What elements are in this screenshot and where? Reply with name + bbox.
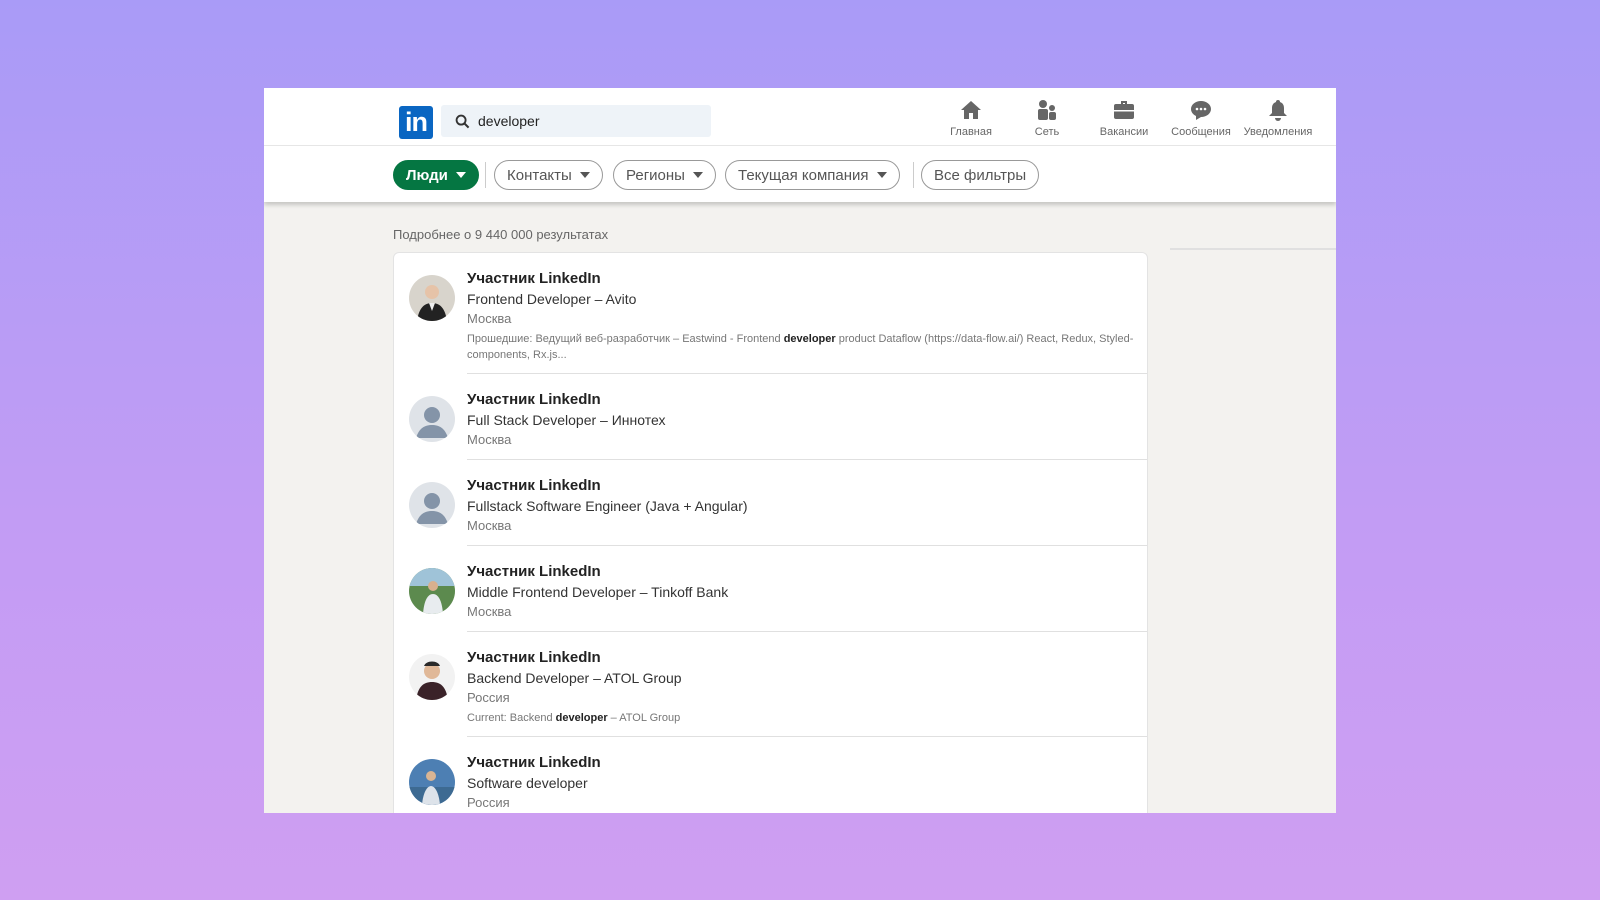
avatar[interactable] — [409, 396, 455, 442]
search-result[interactable]: Участник LinkedIn Frontend Developer – A… — [394, 253, 1147, 374]
result-title: Middle Frontend Developer – Tinkoff Bank — [467, 584, 729, 600]
nav-network[interactable]: Сеть — [1009, 98, 1085, 138]
filter-all[interactable]: Все фильтры — [921, 160, 1040, 190]
snippet-highlight: developer — [783, 333, 836, 345]
result-name[interactable]: Участник LinkedIn — [467, 269, 1147, 289]
result-title: Fullstack Software Engineer (Java + Angu… — [467, 498, 748, 514]
results-count: Подробнее о 9 440 000 результатах — [393, 227, 609, 242]
nav-label: Уведомления — [1243, 126, 1313, 138]
avatar[interactable] — [409, 568, 455, 614]
filter-label: Все фильтры — [934, 166, 1027, 184]
linkedin-logo[interactable]: in — [399, 106, 433, 139]
result-location: Москва — [467, 604, 512, 619]
bell-icon — [1269, 100, 1287, 121]
nav-messages[interactable]: Сообщения — [1163, 98, 1239, 138]
avatar[interactable] — [409, 654, 455, 700]
avatar[interactable] — [409, 275, 455, 321]
result-location: Москва — [467, 518, 512, 533]
result-location: Россия — [467, 690, 510, 705]
result-title: Full Stack Developer – Иннотех — [467, 412, 666, 428]
filter-current-company[interactable]: Текущая компания — [725, 160, 900, 190]
nav-jobs[interactable]: Вакансии — [1086, 98, 1162, 138]
top-nav: in developer Главная Сеть Вакансии Сообщ… — [264, 88, 1336, 146]
result-title: Backend Developer – ATOL Group — [467, 670, 682, 686]
network-icon — [1038, 100, 1056, 120]
result-name[interactable]: Участник LinkedIn — [467, 648, 1147, 668]
caret-down-icon — [455, 172, 466, 178]
search-result[interactable]: Участник LinkedIn Fullstack Software Eng… — [394, 460, 1147, 546]
result-name[interactable]: Участник LinkedIn — [467, 753, 1147, 773]
result-name[interactable]: Участник LinkedIn — [467, 390, 1147, 410]
results-list: Участник LinkedIn Frontend Developer – A… — [393, 252, 1148, 813]
snippet-text: Прошедшие: Ведущий веб-разработчик – Eas… — [467, 333, 784, 345]
filter-bar: Люди Контакты Регионы Текущая компания В… — [264, 146, 1336, 202]
filter-contacts[interactable]: Контакты — [494, 160, 603, 190]
result-title: Frontend Developer – Avito — [467, 291, 637, 307]
avatar[interactable] — [409, 482, 455, 528]
search-result[interactable]: Участник LinkedIn Middle Frontend Develo… — [394, 546, 1147, 632]
search-result[interactable]: Участник LinkedIn Software developer Рос… — [394, 737, 1147, 813]
filter-people[interactable]: Люди — [393, 160, 479, 190]
avatar[interactable] — [409, 759, 455, 805]
search-icon — [455, 114, 470, 128]
divider — [913, 162, 914, 188]
snippet-text: Current: Backend — [467, 712, 556, 724]
filter-label: Текущая компания — [738, 166, 869, 184]
caret-down-icon — [692, 172, 703, 178]
nav-label: Сеть — [1034, 126, 1060, 138]
caret-down-icon — [876, 172, 887, 178]
result-location: Россия — [467, 795, 510, 810]
filter-regions[interactable]: Регионы — [613, 160, 716, 190]
nav-label: Вакансии — [1099, 126, 1149, 138]
briefcase-icon — [1114, 101, 1134, 119]
browser-window: in developer Главная Сеть Вакансии Сообщ… — [264, 88, 1336, 813]
filter-label: Контакты — [507, 166, 572, 184]
search-input[interactable]: developer — [441, 105, 711, 137]
result-location: Москва — [467, 311, 512, 326]
result-snippet: Прошедшие: Ведущий веб-разработчик – Eas… — [467, 331, 1147, 363]
result-title: Software developer — [467, 775, 588, 791]
nav-home[interactable]: Главная — [933, 98, 1009, 138]
filter-label: Люди — [406, 166, 448, 184]
nav-label: Сообщения — [1171, 126, 1231, 138]
home-icon — [961, 101, 981, 119]
result-location: Москва — [467, 432, 512, 447]
search-value: developer — [478, 113, 540, 129]
result-name[interactable]: Участник LinkedIn — [467, 476, 1147, 496]
result-name[interactable]: Участник LinkedIn — [467, 562, 1147, 582]
nav-label: Главная — [950, 126, 992, 138]
caret-down-icon — [579, 172, 590, 178]
search-result[interactable]: Участник LinkedIn Full Stack Developer –… — [394, 374, 1147, 460]
divider — [485, 162, 486, 188]
nav-notifications[interactable]: Уведомления — [1240, 98, 1316, 138]
messages-icon — [1191, 101, 1211, 120]
filter-label: Регионы — [626, 166, 685, 184]
search-result[interactable]: Участник LinkedIn Backend Developer – AT… — [394, 632, 1147, 737]
snippet-text: – ATOL Group — [607, 712, 681, 724]
snippet-highlight: developer — [555, 712, 608, 724]
result-snippet: Current: Backend developer – ATOL Group — [467, 710, 1147, 726]
right-panel — [1170, 248, 1336, 250]
